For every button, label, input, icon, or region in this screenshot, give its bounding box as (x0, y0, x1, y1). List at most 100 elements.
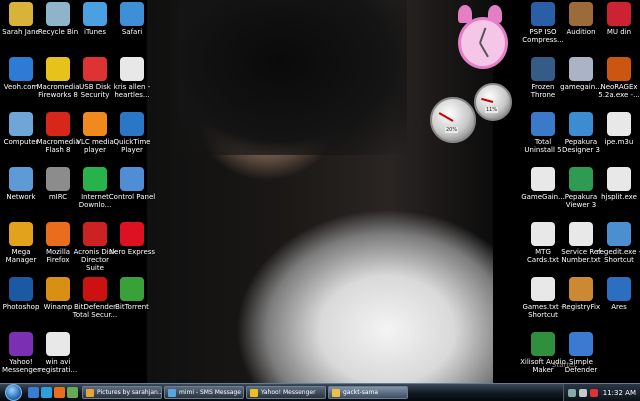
desktop-icon[interactable]: hjsplit.exe (598, 167, 640, 201)
desktop-icon-label: Safari (121, 28, 143, 36)
internet-explorer-icon[interactable] (41, 387, 52, 398)
desktop-icon[interactable]: Internet Downlo... (74, 167, 116, 209)
desktop-icon[interactable]: regedit.exe - Shortcut (596, 222, 640, 264)
registryfix-icon (569, 277, 593, 301)
task-icon (168, 388, 176, 397)
memory-meter-dial: 11% (474, 83, 512, 121)
desktop-icon[interactable]: QuickTime Player (111, 112, 153, 154)
pepakura-designer-icon (569, 112, 593, 136)
task-label: mimi - SMS Message (179, 389, 242, 396)
mega-manager-icon (9, 222, 33, 246)
desktop-icon[interactable]: BitTorrent (111, 277, 153, 311)
gamegain-icon (569, 57, 593, 81)
desktop-icon[interactable]: kris allen - heartles... (111, 57, 153, 99)
ares-icon (607, 277, 631, 301)
exe-file-icon (607, 167, 631, 191)
bittorrent-icon (120, 277, 144, 301)
desktop-icon[interactable]: Control Panel (109, 167, 155, 201)
yahoo-messenger-icon (9, 332, 33, 356)
desktop-icon-label: win avi registrati... (38, 358, 78, 374)
windows-orb-icon (4, 384, 22, 401)
desktop-icon[interactable]: win avi registrati... (37, 332, 79, 374)
xilisoft-icon (531, 332, 555, 356)
desktop-icon-label: kris allen - heartles... (113, 83, 151, 99)
mu-icon (607, 2, 631, 26)
quicktime-icon (120, 112, 144, 136)
task-label: gackt-sama (343, 389, 379, 396)
desktop-icon[interactable]: Nero Express (108, 222, 156, 256)
desktop-icon[interactable]: Pepakura Viewer 3 (560, 167, 602, 209)
memory-readout: 11% (485, 107, 499, 113)
text-file-icon (531, 222, 555, 246)
desktop-icon[interactable]: Safari (111, 2, 153, 36)
flash-icon (46, 112, 70, 136)
network-tray-icon[interactable] (567, 388, 576, 397)
taskbar-button[interactable]: Yahoo! Messenger (246, 386, 326, 399)
text-file-icon (120, 57, 144, 81)
taskbar-button[interactable]: Pictures by sarahjan... (82, 386, 162, 399)
bitdefender-icon (83, 277, 107, 301)
desktop-icon[interactable]: Ares (598, 277, 640, 311)
user-folder-icon (9, 2, 33, 26)
desktop-icon[interactable]: Acronis Disk Director Suite (74, 222, 116, 272)
desktop: Sarah Jane Recycle Bin iTunes Safari Veoh.co… (0, 0, 640, 383)
desktop-icon-label: Nero Express (108, 248, 156, 256)
frozen-throne-icon (531, 57, 555, 81)
task-list: Pictures by sarahjan... mimi - SMS Messag… (82, 386, 410, 399)
cpu-meter-dial: 20% (430, 97, 476, 143)
show-desktop-icon[interactable] (28, 387, 39, 398)
neoragex-icon (607, 57, 631, 81)
switch-windows-icon[interactable] (67, 387, 78, 398)
itunes-icon (83, 2, 107, 26)
winamp-icon (46, 277, 70, 301)
desktop-icon[interactable]: BitDefender Total Secur... (73, 277, 117, 319)
taskbar-button[interactable]: mimi - SMS Message (164, 386, 244, 399)
mirc-icon (46, 167, 70, 191)
antivirus-tray-icon[interactable] (589, 388, 598, 397)
task-icon (250, 388, 258, 397)
network-icon (9, 167, 33, 191)
desktop-icon-label: ipe.m3u (604, 138, 634, 146)
desktop-icon[interactable]: Pepakura Designer 3 (560, 112, 602, 154)
photoshop-icon (9, 277, 33, 301)
cpu-meter-gadget[interactable]: 20% 11% (430, 83, 520, 143)
desktop-icon[interactable]: Games.txt - Shortcut (522, 277, 564, 319)
clock-gadget[interactable] (452, 5, 508, 69)
simple-defender-icon (569, 332, 593, 356)
task-icon (332, 388, 340, 397)
audition-icon (569, 2, 593, 26)
desktop-icon[interactable]: MU din (598, 2, 640, 36)
desktop-icon[interactable]: ipe.m3u (598, 112, 640, 146)
fireworks-icon (46, 57, 70, 81)
computer-icon (9, 112, 33, 136)
playlist-file-icon (607, 112, 631, 136)
desktop-icon[interactable]: NeoRAGEx 5.2a.exe -... (598, 57, 640, 99)
taskbar-clock[interactable]: 11:32 AM (603, 389, 636, 397)
acronis-icon (83, 222, 107, 246)
desktop-icon-label: regedit.exe - Shortcut (596, 248, 640, 264)
watermark-text: Starter (552, 361, 577, 369)
task-label: Pictures by sarahjan... (97, 389, 162, 396)
desktop-icon[interactable]: PSP ISO Compress... (522, 2, 564, 44)
task-label: Yahoo! Messenger (261, 389, 316, 396)
taskbar-button[interactable]: gackt-sama (328, 386, 408, 399)
desktop-icon-label: QuickTime Player (113, 138, 151, 154)
start-button[interactable] (0, 384, 26, 401)
vlc-icon (83, 112, 107, 136)
desktop-icon-label: NeoRAGEx 5.2a.exe -... (598, 83, 640, 99)
desktop-icon[interactable]: Frozen Throne (522, 57, 564, 99)
desktop-icon-label: MU din (606, 28, 632, 36)
firefox-icon (46, 222, 70, 246)
text-file-icon (531, 167, 555, 191)
firefox-quicklaunch-icon[interactable] (54, 387, 65, 398)
volume-tray-icon[interactable] (578, 388, 587, 397)
psp-iso-icon (531, 2, 555, 26)
pepakura-viewer-icon (569, 167, 593, 191)
desktop-icon-label: BitTorrent (115, 303, 149, 311)
system-tray: 11:32 AM (562, 384, 640, 401)
control-panel-icon (120, 167, 144, 191)
recycle-bin-icon (46, 2, 70, 26)
taskbar: Pictures by sarahjan... mimi - SMS Messag… (0, 383, 640, 401)
quick-launch (28, 387, 78, 398)
clock-face (458, 17, 508, 69)
